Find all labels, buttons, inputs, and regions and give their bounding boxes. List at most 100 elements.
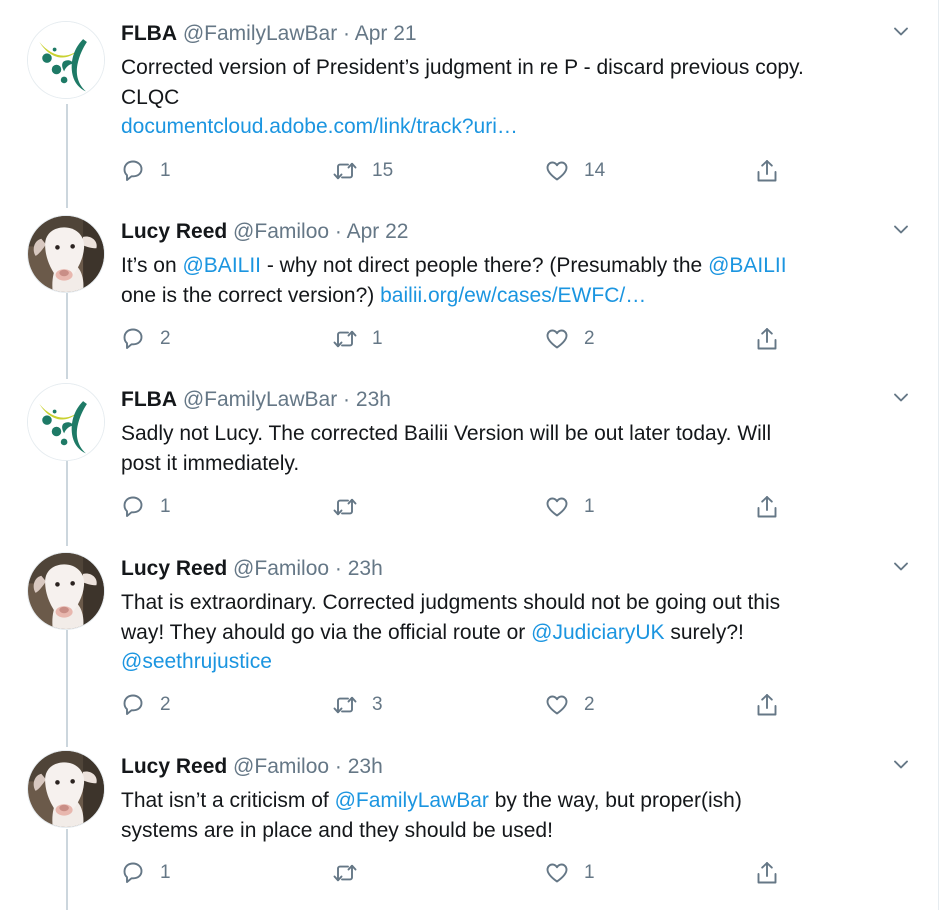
share-button[interactable]	[754, 690, 780, 720]
thread-line	[66, 461, 68, 546]
like-icon	[546, 863, 568, 883]
reply-count: 1	[160, 160, 171, 181]
tweet-text-segment: one is the correct version?)	[121, 283, 381, 307]
like-button[interactable]: 14	[544, 156, 605, 186]
retweet-icon	[333, 864, 357, 882]
share-button[interactable]	[754, 858, 780, 888]
retweet-icon	[333, 696, 357, 714]
like-count: 1	[584, 862, 595, 883]
separator: ·	[334, 220, 342, 243]
mention-link[interactable]: @seethrujustice	[121, 650, 272, 673]
share-icon	[757, 328, 777, 350]
tweet-text-line: Corrected version of President’s judgmen…	[121, 56, 804, 79]
tweet-text-line: systems are in place and they should be …	[121, 818, 553, 842]
reply-button[interactable]: 1	[120, 156, 171, 186]
timestamp[interactable]: Apr 21	[355, 22, 417, 45]
author-handle[interactable]: @FamilyLawBar	[183, 388, 337, 411]
dog-avatar-icon	[28, 553, 104, 629]
author-name[interactable]: Lucy Reed	[121, 755, 227, 778]
like-icon	[546, 161, 568, 181]
retweet-button[interactable]: 1	[332, 324, 383, 354]
like-count: 1	[584, 496, 595, 517]
avatar[interactable]	[27, 383, 105, 461]
like-button[interactable]: 2	[544, 690, 595, 720]
share-button[interactable]	[754, 324, 780, 354]
avatar[interactable]	[27, 552, 105, 630]
like-count: 2	[584, 694, 595, 715]
author-name[interactable]: FLBA	[121, 22, 177, 45]
retweet-count: 1	[372, 328, 383, 349]
tweet-text: That is extraordinary. Corrected judgmen…	[121, 588, 901, 677]
timestamp[interactable]: Apr 22	[347, 220, 409, 243]
reply-icon	[123, 694, 143, 715]
reply-button[interactable]: 1	[120, 492, 171, 522]
retweet-count: 15	[372, 160, 394, 181]
retweet-icon	[333, 162, 357, 180]
thread-line	[66, 829, 68, 910]
timestamp[interactable]: 23h	[348, 755, 383, 778]
tweet-text: That isn’t a criticism of @FamilyLawBar …	[121, 786, 901, 845]
chevron-down-icon[interactable]	[890, 218, 912, 240]
mention-link[interactable]: @JudiciaryUK	[531, 621, 664, 644]
retweet-count: 3	[372, 694, 383, 715]
tweet[interactable]: FLBA @FamilyLawBar · Apr 21 Corrected ve…	[0, 0, 939, 205]
tweet-text: Corrected version of President’s judgmen…	[121, 53, 901, 142]
mention-link[interactable]: @BAILII	[182, 254, 261, 277]
retweet-button[interactable]	[332, 858, 372, 888]
tweet-text-line: post it immediately.	[121, 451, 300, 475]
author-name[interactable]: Lucy Reed	[121, 220, 227, 243]
like-icon	[546, 329, 568, 349]
flba-logo-icon	[28, 384, 104, 460]
avatar[interactable]	[27, 21, 105, 99]
reply-count: 1	[160, 862, 171, 883]
chevron-down-icon[interactable]	[890, 386, 912, 408]
thread-line	[66, 293, 68, 379]
retweet-button[interactable]: 3	[332, 690, 383, 720]
dog-avatar-icon	[28, 751, 104, 827]
tweet-text-segment: - why not direct people there? (Presumab…	[261, 254, 709, 277]
separator: ·	[343, 22, 351, 45]
tweet-header: Lucy Reed @Familoo · Apr 22	[121, 218, 408, 246]
retweet-icon	[333, 330, 357, 348]
like-button[interactable]: 2	[544, 324, 595, 354]
retweet-button[interactable]: 15	[332, 156, 393, 186]
share-icon	[757, 496, 777, 518]
separator: ·	[334, 557, 342, 580]
reply-count: 1	[160, 496, 171, 517]
tweet-link[interactable]: documentcloud.adobe.com/link/track?uri…	[121, 115, 518, 138]
share-button[interactable]	[754, 492, 780, 522]
chevron-down-icon[interactable]	[890, 555, 912, 577]
tweet-text: Sadly not Lucy. The corrected Bailii Ver…	[121, 419, 901, 478]
reply-icon	[123, 160, 143, 181]
reply-button[interactable]: 2	[120, 324, 171, 354]
retweet-button[interactable]	[332, 492, 372, 522]
like-icon	[546, 695, 568, 715]
reply-button[interactable]: 1	[120, 858, 171, 888]
share-icon	[757, 160, 777, 182]
chevron-down-icon[interactable]	[890, 20, 912, 42]
tweet-link[interactable]: bailii.org/ew/cases/EWFC/…	[380, 284, 646, 307]
like-button[interactable]: 1	[544, 858, 595, 888]
author-handle[interactable]: @Familoo	[233, 220, 329, 243]
timestamp[interactable]: 23h	[348, 557, 383, 580]
reply-button[interactable]: 2	[120, 690, 171, 720]
author-name[interactable]: Lucy Reed	[121, 557, 227, 580]
chevron-down-icon[interactable]	[890, 753, 912, 775]
mention-link[interactable]: @BAILII	[708, 254, 787, 277]
tweet-header: Lucy Reed @Familoo · 23h	[121, 555, 383, 583]
separator: ·	[334, 755, 342, 778]
author-handle[interactable]: @Familoo	[233, 755, 329, 778]
like-count: 14	[584, 160, 606, 181]
tweet-text: It’s on @BAILII - why not direct people …	[121, 251, 901, 310]
separator: ·	[343, 388, 351, 411]
mention-link[interactable]: @FamilyLawBar	[335, 789, 489, 812]
share-button[interactable]	[754, 156, 780, 186]
author-handle[interactable]: @FamilyLawBar	[183, 22, 337, 45]
author-handle[interactable]: @Familoo	[233, 557, 329, 580]
avatar[interactable]	[27, 750, 105, 828]
author-name[interactable]: FLBA	[121, 388, 177, 411]
timestamp[interactable]: 23h	[356, 388, 391, 411]
tweet-header: FLBA @FamilyLawBar · Apr 21	[121, 20, 417, 48]
like-button[interactable]: 1	[544, 492, 595, 522]
avatar[interactable]	[27, 215, 105, 293]
